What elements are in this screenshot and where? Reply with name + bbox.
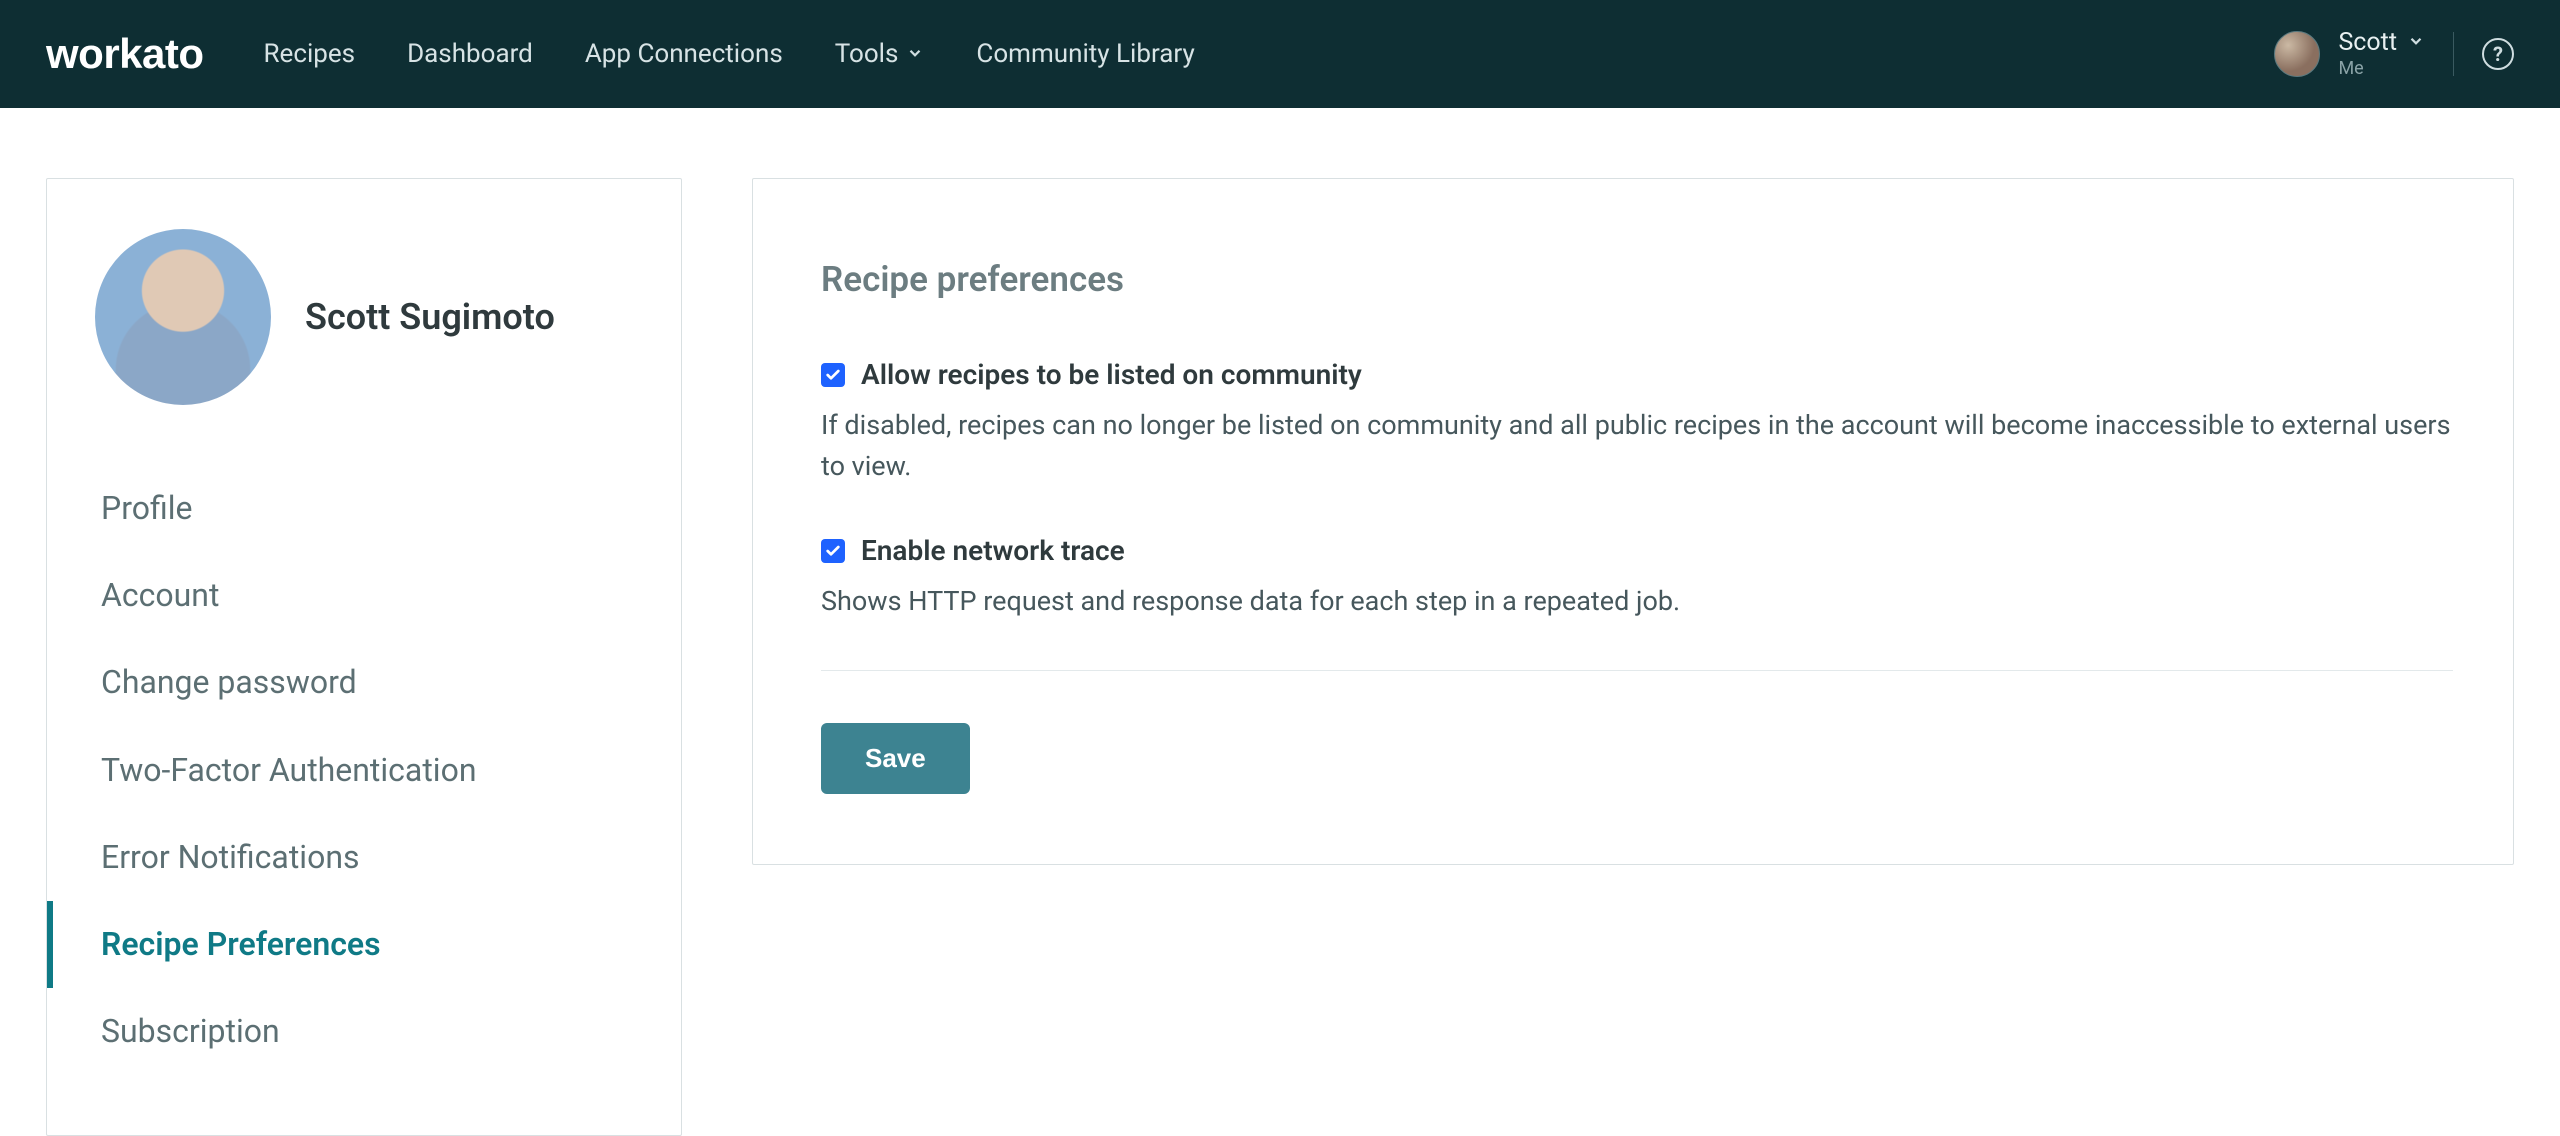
sidebar-item-two-factor[interactable]: Two-Factor Authentication bbox=[47, 727, 681, 814]
nav-tools[interactable]: Tools bbox=[835, 39, 925, 69]
brand-logo[interactable]: workato bbox=[46, 30, 204, 78]
network-trace-description: Shows HTTP request and response data for… bbox=[821, 581, 2453, 622]
nav-community-library[interactable]: Community Library bbox=[976, 39, 1194, 69]
sidebar-item-error-notifications[interactable]: Error Notifications bbox=[47, 814, 681, 901]
recipe-preferences-panel: Recipe preferences Allow recipes to be l… bbox=[752, 178, 2514, 865]
sidebar-item-profile[interactable]: Profile bbox=[47, 465, 681, 552]
horizontal-divider bbox=[821, 670, 2453, 671]
network-trace-label: Enable network trace bbox=[861, 534, 1125, 567]
sidebar-item-account[interactable]: Account bbox=[47, 552, 681, 639]
allow-community-description: If disabled, recipes can no longer be li… bbox=[821, 405, 2453, 486]
profile-avatar-icon bbox=[95, 229, 271, 405]
allow-community-label: Allow recipes to be listed on community bbox=[861, 358, 1362, 391]
nav-dashboard[interactable]: Dashboard bbox=[407, 39, 533, 69]
nav-tools-label: Tools bbox=[835, 39, 899, 69]
chevron-down-icon bbox=[2407, 27, 2425, 58]
chevron-down-icon bbox=[906, 39, 924, 69]
save-button[interactable]: Save bbox=[821, 723, 970, 794]
panel-title: Recipe preferences bbox=[821, 259, 2453, 300]
pref-network-trace: Enable network trace Shows HTTP request … bbox=[821, 534, 2453, 622]
network-trace-checkbox[interactable] bbox=[821, 539, 845, 563]
nav-links: Recipes Dashboard App Connections Tools … bbox=[264, 39, 1195, 69]
user-avatar-icon bbox=[2274, 31, 2320, 77]
user-subtitle: Me bbox=[2338, 58, 2425, 81]
settings-sidebar: Scott Sugimoto Profile Account Change pa… bbox=[46, 178, 682, 1136]
nav-recipes[interactable]: Recipes bbox=[264, 39, 356, 69]
profile-full-name: Scott Sugimoto bbox=[305, 296, 555, 338]
sidebar-item-change-password[interactable]: Change password bbox=[47, 639, 681, 726]
user-text: Scott Me bbox=[2338, 27, 2425, 81]
nav-app-connections[interactable]: App Connections bbox=[585, 39, 783, 69]
top-navigation: workato Recipes Dashboard App Connection… bbox=[0, 0, 2560, 108]
pref-allow-community: Allow recipes to be listed on community … bbox=[821, 358, 2453, 486]
user-name: Scott bbox=[2338, 27, 2397, 58]
sidebar-item-subscription[interactable]: Subscription bbox=[47, 988, 681, 1075]
vertical-divider bbox=[2453, 32, 2454, 76]
user-menu[interactable]: Scott Me bbox=[2274, 27, 2425, 81]
allow-community-checkbox[interactable] bbox=[821, 363, 845, 387]
help-icon[interactable]: ? bbox=[2482, 38, 2514, 70]
sidebar-item-recipe-preferences[interactable]: Recipe Preferences bbox=[47, 901, 681, 988]
profile-header: Scott Sugimoto bbox=[47, 219, 681, 465]
content-area: Scott Sugimoto Profile Account Change pa… bbox=[0, 108, 2560, 1136]
